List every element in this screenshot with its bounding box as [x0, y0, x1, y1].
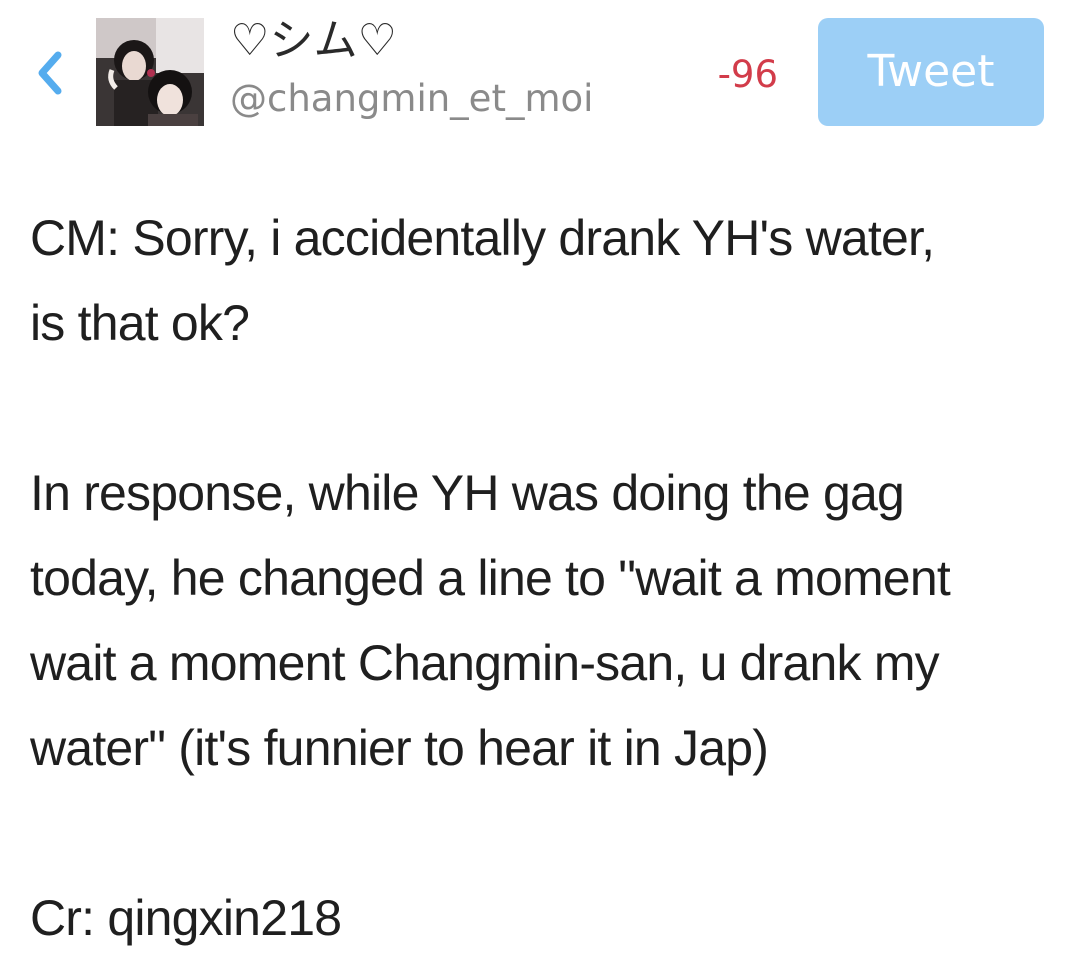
chevron-left-icon [38, 51, 62, 95]
tweet-line: CM: Sorry, i accidentally drank YH's wat… [30, 210, 935, 266]
back-button[interactable] [30, 50, 70, 96]
tweet-line: is that ok? [30, 295, 250, 351]
tweet-text-area[interactable]: CM: Sorry, i accidentally drank YH's wat… [30, 196, 1066, 961]
display-name: ♡シム♡ [230, 15, 397, 66]
tweet-line: In response, while YH was doing the gag [30, 465, 905, 521]
tweet-line: Cr: qingxin218 [30, 890, 342, 946]
avatar[interactable] [96, 18, 204, 126]
account-handle: @changmin_et_moi [230, 77, 594, 120]
tweet-line: wait a moment Changmin-san, u drank my [30, 635, 940, 691]
tweet-line: today, he changed a line to "wait a mome… [30, 550, 951, 606]
tweet-button[interactable]: Tweet [818, 18, 1044, 126]
character-count: -96 [717, 53, 778, 96]
avatar-photo [96, 18, 204, 126]
tweet-line: water" (it's funnier to hear it in Jap) [30, 720, 769, 776]
